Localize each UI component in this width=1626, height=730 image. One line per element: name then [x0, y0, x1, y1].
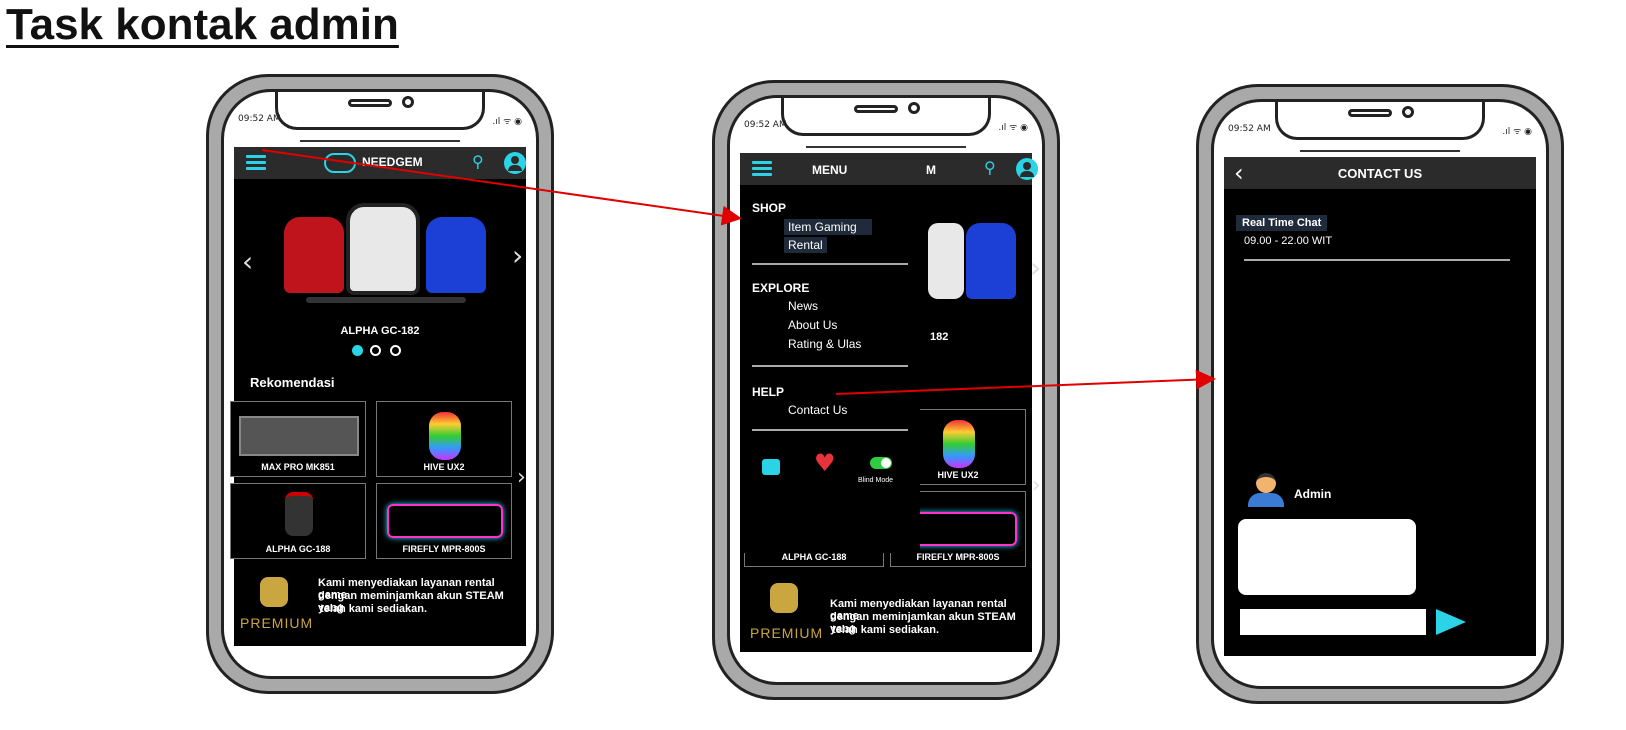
product-name: FIREFLY MPR-800S — [916, 552, 1000, 562]
phone-contact: 09:52 AM .ıl ᯤ ◉ ‹ CONTACT US Real Time … — [1196, 84, 1564, 704]
promo-text: telah kami sediakan. — [320, 603, 427, 615]
product-card[interactable]: FIREFLY MPR-800S — [376, 483, 512, 559]
premium-label: PREMIUM — [750, 625, 824, 641]
notch — [1275, 102, 1485, 140]
contact-screen: ‹ CONTACT US Real Time Chat 09.00 - 22.0… — [1224, 157, 1536, 656]
menu-item-item-gaming[interactable]: Item Gaming — [784, 219, 872, 235]
carousel-dot[interactable] — [390, 345, 401, 356]
status-time: 09:52 AM — [1228, 124, 1271, 134]
carousel-next-icon[interactable]: › — [512, 239, 523, 272]
recommendation-next-icon[interactable]: › — [1032, 473, 1041, 498]
menu-item-contact-us[interactable]: Contact Us — [788, 403, 847, 417]
product-card[interactable]: MAX PRO MK851 — [230, 401, 366, 477]
menu-item-rating-ulas[interactable]: Rating & Ulas — [788, 337, 861, 351]
carousel-dot-active[interactable] — [352, 345, 363, 356]
hero-product-name: ALPHA GC-182 — [340, 325, 420, 337]
premium-controller-icon — [770, 583, 798, 613]
menu-item-rental[interactable]: Rental — [784, 237, 827, 253]
menu-screen: M ⚲ › 182 HIVE UX2 › FIREFLY MPR-800S AL… — [740, 153, 1041, 652]
premium-controller-icon — [260, 577, 288, 607]
phone-menu: 09:52 AM .ıl ᯤ ◉ M ⚲ › 182 HIVE UX2 › FI… — [712, 80, 1060, 700]
promo-text: telah kami sediakan. — [832, 624, 939, 636]
section-title: Rekomendasi — [250, 375, 335, 390]
heart-icon[interactable]: ♥ — [814, 449, 836, 477]
phone-frame: 09:52 AM .ıl ᯤ ◉ NEEDGEM ⚲ ‹ › ALPHA GC-… — [221, 89, 539, 679]
shopping-bag-icon[interactable] — [762, 459, 780, 475]
status-time: 09:52 AM — [744, 120, 787, 130]
admin-message-bubble — [1238, 519, 1416, 595]
chair-image — [285, 492, 313, 536]
notch — [275, 92, 485, 130]
product-card[interactable]: ALPHA GC-188 — [230, 483, 366, 559]
menu-section-explore: EXPLORE — [752, 281, 810, 295]
keyboard-image — [239, 416, 359, 456]
menu-section-help: HELP — [752, 385, 785, 399]
blind-mode-label: Blind Mode — [858, 477, 894, 484]
menu-section-shop: SHOP — [752, 201, 787, 215]
user-account-icon[interactable] — [1016, 158, 1038, 180]
blind-mode-toggle[interactable] — [870, 457, 892, 469]
home-screen: NEEDGEM ⚲ ‹ › ALPHA GC-182 Rekomendasi M… — [230, 147, 526, 646]
phone-frame: 09:52 AM .ıl ᯤ ◉ M ⚲ › 182 HIVE UX2 › FI… — [727, 95, 1045, 685]
phone-frame: 09:52 AM .ıl ᯤ ◉ ‹ CONTACT US Real Time … — [1211, 99, 1549, 689]
app-header: NEEDGEM ⚲ — [234, 147, 526, 179]
carousel-next-icon[interactable]: › — [1030, 251, 1041, 284]
side-drawer: MENU SHOP Item Gaming Rental EXPLORE New… — [740, 153, 920, 553]
status-time: 09:52 AM — [238, 114, 281, 124]
admin-avatar-icon — [1246, 473, 1286, 507]
header-fragment: M — [926, 163, 936, 177]
hero-image-gaming-chairs — [276, 197, 496, 317]
send-icon[interactable] — [1436, 609, 1466, 635]
message-input[interactable] — [1240, 609, 1426, 635]
product-card[interactable]: HIVE UX2 — [376, 401, 512, 477]
notch — [781, 98, 991, 136]
status-icons: .ıl ᯤ ◉ — [492, 117, 522, 127]
recommendation-next-icon[interactable]: › — [517, 465, 526, 490]
menu-item-news[interactable]: News — [788, 299, 818, 313]
mouse-image — [429, 412, 461, 460]
user-account-icon[interactable] — [504, 152, 526, 174]
product-name: FIREFLY MPR-800S — [402, 544, 486, 554]
page-title: Task kontak admin — [6, 0, 399, 49]
menu-item-about-us[interactable]: About Us — [788, 318, 837, 332]
status-icons: .ıl ᯤ ◉ — [1502, 127, 1532, 137]
admin-label: Admin — [1294, 487, 1332, 501]
gamepad-logo-icon — [324, 153, 356, 173]
product-fragment: 182 — [930, 331, 949, 343]
premium-label: PREMIUM — [240, 615, 314, 631]
chat-hours: 09.00 - 22.00 WIT — [1244, 235, 1333, 247]
header-title: CONTACT US — [1337, 166, 1423, 181]
chat-title: Real Time Chat — [1236, 215, 1328, 231]
search-icon[interactable]: ⚲ — [472, 152, 484, 171]
search-icon[interactable]: ⚲ — [984, 158, 996, 177]
carousel-dot[interactable] — [370, 345, 381, 356]
status-icons: .ıl ᯤ ◉ — [998, 123, 1028, 133]
product-name: MAX PRO MK851 — [261, 462, 335, 472]
menu-title: MENU — [812, 163, 848, 177]
carousel-prev-icon[interactable]: ‹ — [242, 245, 253, 278]
product-name: ALPHA GC-188 — [265, 544, 331, 554]
mousepad-image — [387, 504, 503, 538]
product-name: HIVE UX2 — [423, 462, 465, 472]
app-header: ‹ CONTACT US — [1224, 157, 1536, 189]
hamburger-menu-icon[interactable] — [752, 161, 772, 177]
product-name: ALPHA GC-188 — [781, 552, 847, 562]
brand-name: NEEDGEM — [362, 155, 423, 169]
phone-home: 09:52 AM .ıl ᯤ ◉ NEEDGEM ⚲ ‹ › ALPHA GC-… — [206, 74, 554, 694]
hamburger-menu-icon[interactable] — [246, 155, 266, 171]
